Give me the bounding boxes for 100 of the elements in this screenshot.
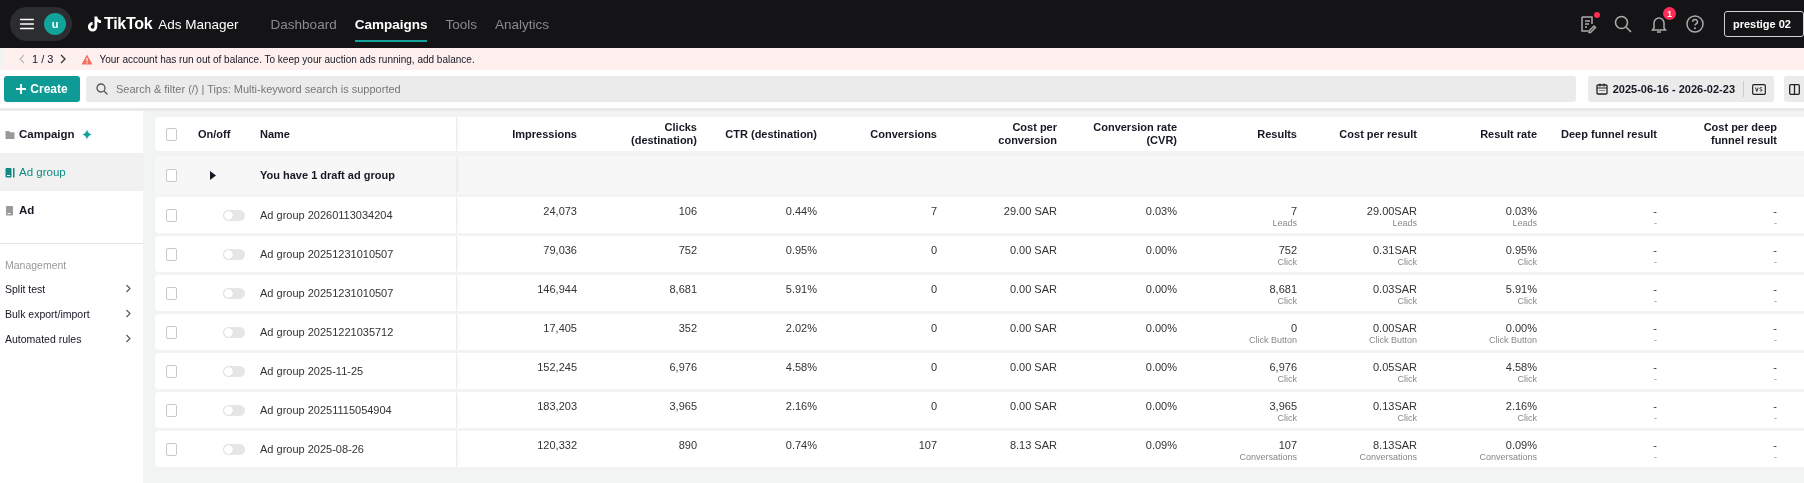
- column-header[interactable]: Conversions: [870, 127, 937, 141]
- metric-type: Click: [1517, 374, 1537, 384]
- metric-value: -: [1653, 283, 1657, 295]
- sparkle-icon[interactable]: [81, 128, 92, 140]
- row-checkbox[interactable]: [166, 247, 177, 261]
- ad-group-name[interactable]: Ad group 20251221035712: [260, 326, 394, 338]
- chevron-right-icon: [125, 284, 131, 293]
- chevron-left-icon[interactable]: [18, 54, 26, 64]
- search-icon: [96, 83, 108, 95]
- metric-value: 107: [1278, 439, 1297, 451]
- column-header[interactable]: Results: [1257, 127, 1297, 141]
- ad-icon: [5, 204, 15, 216]
- draft-notice: You have 1 draft ad group: [260, 169, 395, 181]
- columns-button[interactable]: [1784, 76, 1804, 102]
- metric-value: -: [1773, 439, 1777, 451]
- select-all-checkbox[interactable]: [166, 127, 177, 141]
- metric-value: 0.09%: [1505, 439, 1537, 451]
- column-header[interactable]: CTR (destination): [725, 127, 817, 141]
- on-off-switch[interactable]: [223, 287, 245, 299]
- account-button[interactable]: prestige 02: [1723, 11, 1804, 37]
- menu-link[interactable]: Split test: [0, 276, 143, 301]
- compare-icon[interactable]: [1752, 83, 1766, 95]
- chevron-right-icon[interactable]: [59, 54, 68, 64]
- bell-icon[interactable]: [1648, 14, 1669, 34]
- metric-value: 8.13SAR: [1372, 439, 1417, 451]
- column-header[interactable]: Result rate: [1480, 127, 1537, 141]
- metric-value: 752: [678, 244, 697, 256]
- ad-group-name[interactable]: Ad group 2025-11-25: [260, 365, 364, 377]
- column-header[interactable]: Cost per deep funnel result: [1703, 121, 1777, 147]
- row-checkbox[interactable]: [166, 325, 177, 339]
- ad-group-name[interactable]: Ad group 20251115054904: [260, 404, 392, 416]
- date-range-button[interactable]: 2025-06-16 - 2026-02-23: [1595, 83, 1735, 95]
- on-off-switch[interactable]: [223, 443, 245, 455]
- column-header[interactable]: Cost per conversion: [998, 121, 1057, 147]
- metric-value: 0: [930, 361, 937, 373]
- column-header[interactable]: Impressions: [512, 127, 577, 141]
- on-off-switch[interactable]: [223, 326, 245, 338]
- metric-value: 0.00%: [1145, 283, 1177, 295]
- metric-type: Click: [1397, 374, 1417, 384]
- menu-link[interactable]: Automated rules: [0, 326, 143, 351]
- row-checkbox[interactable]: [166, 442, 177, 456]
- metric-value: 5.91%: [785, 283, 817, 295]
- on-off-switch[interactable]: [223, 404, 245, 416]
- row-checkbox[interactable]: [166, 364, 177, 378]
- level-tab[interactable]: Ad group: [0, 153, 143, 191]
- metric-value: 29.00SAR: [1366, 205, 1417, 217]
- ad-group-name[interactable]: Ad group 20251231010507: [260, 248, 394, 260]
- search-icon[interactable]: [1612, 14, 1633, 34]
- column-header[interactable]: Cost per result: [1339, 127, 1417, 141]
- level-tab[interactable]: Ad: [0, 191, 143, 229]
- metric-value: 0.00%: [1505, 322, 1537, 334]
- ad-group-name[interactable]: Ad group 20260113034204: [260, 209, 393, 221]
- metric-value: 0.03%: [1145, 205, 1177, 217]
- notification-badge: 1: [1662, 7, 1676, 20]
- nav-tab[interactable]: Tools: [445, 0, 477, 48]
- metric-value: 0.00%: [1145, 244, 1177, 256]
- metric-value: -: [1773, 205, 1777, 217]
- nav-tab[interactable]: Dashboard: [270, 0, 337, 48]
- on-off-switch[interactable]: [223, 365, 245, 377]
- search-field[interactable]: Search & filter (/) | Tips: Multi-keyword search is supported: [86, 76, 1576, 102]
- metric-type: Click: [1397, 296, 1417, 306]
- on-off-switch[interactable]: [223, 209, 245, 221]
- metric-value: 0.13SAR: [1372, 400, 1417, 412]
- search-input[interactable]: Search & filter (/) | Tips: Multi-keyword search is supported: [114, 82, 1576, 96]
- column-header[interactable]: Conversion rate (CVR): [1093, 121, 1177, 147]
- metric-value: 8.13 SAR: [1009, 439, 1057, 451]
- metric-value: 4.58%: [785, 361, 817, 373]
- help-icon[interactable]: [1684, 14, 1705, 34]
- music-note-icon: [86, 15, 102, 33]
- metric-value: 7: [930, 205, 937, 217]
- ad-group-name[interactable]: Ad group 2025-08-26: [260, 443, 364, 455]
- row-checkbox[interactable]: [166, 208, 177, 222]
- metric-value: 0: [930, 400, 937, 412]
- metric-value: 0.00 SAR: [1009, 400, 1057, 412]
- metric-value: -: [1653, 322, 1657, 334]
- column-header[interactable]: Deep funnel result: [1561, 127, 1657, 141]
- row-checkbox[interactable]: [166, 286, 177, 300]
- ad-group-name[interactable]: Ad group 20251231010507: [260, 287, 394, 299]
- metric-type: Click Button: [1248, 335, 1297, 345]
- metric-type: Click: [1277, 374, 1297, 384]
- column-header[interactable]: Name: [260, 127, 290, 141]
- column-header[interactable]: On/off: [198, 127, 231, 141]
- column-header[interactable]: Clicks (destination): [631, 121, 697, 147]
- metric-type: -: [1654, 218, 1657, 228]
- metric-value: 0.44%: [785, 205, 817, 217]
- caret-icon[interactable]: [210, 170, 216, 180]
- metric-value: 0.31SAR: [1372, 244, 1417, 256]
- metric-value: 152,245: [537, 361, 577, 373]
- metric-value: 0.05SAR: [1372, 361, 1417, 373]
- row-checkbox[interactable]: [166, 168, 177, 182]
- menu-link[interactable]: Bulk export/import: [0, 301, 143, 326]
- metric-value: 0.03%: [1505, 205, 1537, 217]
- metric-value: 0.00%: [1145, 361, 1177, 373]
- nav-tab[interactable]: Campaigns: [354, 6, 428, 42]
- metric-value: -: [1773, 322, 1777, 334]
- level-tab[interactable]: Campaign: [0, 115, 143, 153]
- row-checkbox[interactable]: [166, 403, 177, 417]
- on-off-switch[interactable]: [223, 248, 245, 260]
- metric-value: -: [1773, 283, 1777, 295]
- nav-tab[interactable]: Analytics: [494, 0, 549, 48]
